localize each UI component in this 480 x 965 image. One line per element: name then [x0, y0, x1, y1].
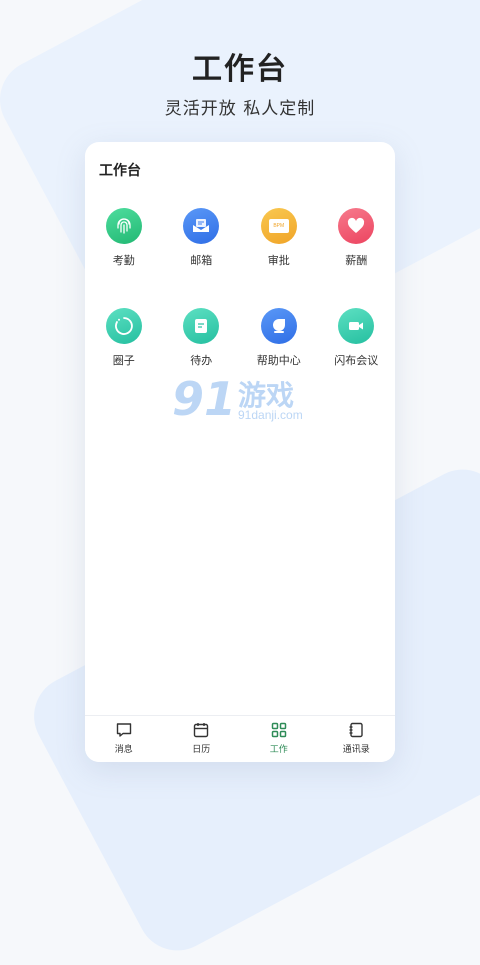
tab-label: 通讯录	[342, 745, 370, 755]
grid-icon	[271, 722, 286, 738]
help-icon	[260, 308, 297, 344]
phone-screen: 工作台 考勤 邮箱 BPM 审批 薪酬 圈子 待办 帮助中心 闪布会议 消息 日…	[85, 142, 395, 762]
calendar-icon	[194, 723, 209, 738]
heart-icon	[338, 208, 375, 244]
todo-icon	[183, 308, 220, 344]
app-label: 待办	[190, 354, 213, 367]
bottom-tab-bar: 消息 日历 工作 通讯录	[85, 715, 395, 762]
circle-icon	[105, 308, 142, 344]
app-label: 薪酬	[345, 254, 368, 267]
hero-title: 工作台	[192, 52, 288, 87]
tab-label: 消息	[114, 745, 133, 755]
app-approval[interactable]: BPM 审批	[240, 206, 318, 306]
app-label: 审批	[267, 254, 290, 267]
app-row-1: 考勤 邮箱 BPM 审批 薪酬	[85, 206, 395, 306]
app-circle[interactable]: 圈子	[85, 306, 163, 406]
app-label: 圈子	[112, 354, 135, 367]
app-mailbox[interactable]: 邮箱	[163, 206, 241, 306]
app-salary[interactable]: 薪酬	[318, 206, 396, 306]
app-meeting[interactable]: 闪布会议	[318, 306, 396, 406]
app-label: 帮助中心	[256, 354, 301, 367]
bpm-badge: BPM	[273, 223, 285, 229]
message-icon	[116, 723, 131, 737]
tab-calendar[interactable]: 日历	[163, 716, 241, 762]
fingerprint-icon	[105, 208, 142, 244]
tab-work[interactable]: 工作	[240, 716, 318, 762]
hero-subtitle: 灵活开放 私人定制	[164, 99, 316, 119]
watermark-url: 91danji.com	[238, 408, 303, 422]
mail-icon	[183, 208, 220, 244]
tab-label: 日历	[192, 745, 211, 755]
app-label: 邮箱	[190, 254, 213, 267]
bpm-icon: BPM	[260, 208, 297, 244]
watermark-digits: 91	[172, 372, 237, 426]
watermark-logo: 91 游戏 91danji.com	[172, 372, 312, 432]
app-attendance[interactable]: 考勤	[85, 206, 163, 306]
tab-messages[interactable]: 消息	[85, 716, 163, 762]
tab-contacts[interactable]: 通讯录	[318, 716, 396, 762]
video-icon	[338, 308, 375, 344]
app-label: 闪布会议	[334, 354, 379, 367]
app-label: 考勤	[112, 254, 135, 267]
page-title: 工作台	[99, 163, 141, 179]
tab-label: 工作	[269, 745, 288, 755]
contacts-icon	[349, 722, 363, 738]
